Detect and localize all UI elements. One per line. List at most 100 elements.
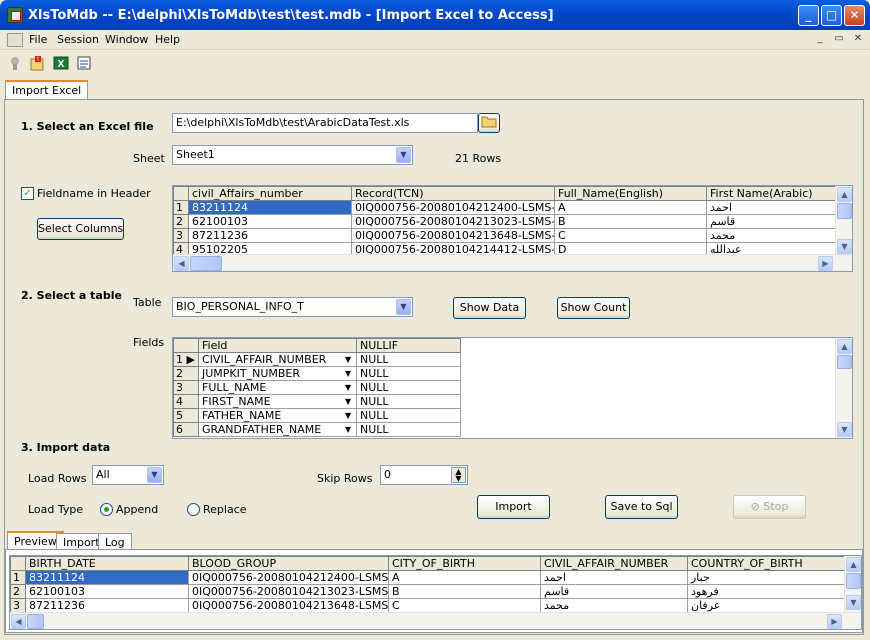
chevron-down-icon[interactable]: ▼ <box>345 381 351 394</box>
grid-cell[interactable]: A <box>554 200 707 215</box>
field-cell[interactable]: FIRST_NAME ▼ <box>198 394 357 409</box>
excel-icon[interactable]: X <box>53 55 69 71</box>
skip-rows-input[interactable]: 0 ▲ ▼ <box>380 465 468 485</box>
mdi-child-icon[interactable] <box>7 33 23 47</box>
preview-col-header[interactable]: CITY_OF_BIRTH <box>388 556 541 571</box>
grid-cell[interactable]: محمد <box>540 598 688 613</box>
table-row[interactable]: 5 FATHER_NAME ▼ NULL <box>173 408 461 423</box>
open-icon[interactable]: ! <box>29 55 45 71</box>
table-row[interactable]: 1 ▶ CIVIL_AFFAIR_NUMBER ▼ NULL <box>173 352 461 367</box>
mdi-minimize-button[interactable]: _ <box>813 33 827 46</box>
table-row[interactable]: 1 83211124 0IQ000756-20080104212400-LSMS… <box>10 570 845 585</box>
nullif-cell[interactable]: NULL <box>356 408 461 423</box>
fields-grid[interactable]: Field NULLIF 1 ▶ CIVIL_AFFAIR_NUMBER ▼ NU… <box>172 337 853 439</box>
excel-col-header[interactable]: civil_Affairs_number <box>188 186 352 201</box>
excel-col-header[interactable]: Full_Name(English) <box>554 186 707 201</box>
menu-file[interactable]: File <box>29 33 47 46</box>
scroll-down-icon[interactable]: ▼ <box>846 595 861 610</box>
grid-cell[interactable]: 0IQ000756-20080104213648-LSMS-2070 <box>351 228 555 243</box>
minimize-button[interactable]: _ <box>798 5 819 26</box>
grid-cell[interactable]: 83211124 <box>188 200 352 215</box>
scroll-down-icon[interactable]: ▼ <box>837 239 852 254</box>
chevron-down-icon[interactable]: ▼ <box>396 299 411 315</box>
grid-cell[interactable]: C <box>554 228 707 243</box>
chevron-down-icon[interactable]: ▼ <box>345 367 351 380</box>
scroll-right-icon[interactable]: ▶ <box>818 256 833 271</box>
table-row[interactable]: 6 GRANDFATHER_NAME ▼ NULL <box>173 422 461 437</box>
fields-grid-vscroll[interactable]: ▲ ▼ <box>835 338 852 438</box>
grid-cell[interactable]: B <box>388 584 541 599</box>
preview-grid-hscroll[interactable]: ◀ ▶ <box>10 612 861 629</box>
field-cell[interactable]: CIVIL_AFFAIR_NUMBER ▼ <box>198 352 357 367</box>
export-icon[interactable] <box>76 55 92 71</box>
mdi-restore-button[interactable]: ▭ <box>832 33 846 46</box>
preview-col-header[interactable]: BLOOD_GROUP <box>188 556 389 571</box>
field-cell[interactable]: FULL_NAME ▼ <box>198 380 357 395</box>
grid-cell[interactable]: A <box>388 570 541 585</box>
chevron-down-icon[interactable]: ▼ <box>345 395 351 408</box>
select-columns-button[interactable]: Select Columns <box>37 218 124 240</box>
preview-grid-vscroll[interactable]: ▲ ▼ <box>844 556 861 612</box>
grid-cell[interactable]: 0IQ000756-20080104213648-LSMS-2070 <box>188 598 389 613</box>
grid-cell[interactable]: 87211236 <box>188 228 352 243</box>
grid-cell[interactable]: جبار <box>687 570 845 585</box>
mdi-close-button[interactable]: ✕ <box>851 33 865 46</box>
grid-cell[interactable]: احمد <box>706 200 836 215</box>
table-row[interactable]: 2 JUMPKIT_NUMBER ▼ NULL <box>173 366 461 381</box>
fields-col-header[interactable]: Field <box>198 338 357 353</box>
field-cell[interactable]: GRANDFATHER_NAME ▼ <box>198 422 357 437</box>
run-icon[interactable] <box>7 55 23 71</box>
grid-cell[interactable]: 62100103 <box>25 584 189 599</box>
grid-cell[interactable]: فرهود <box>687 584 845 599</box>
show-count-button[interactable]: Show Count <box>557 297 630 319</box>
maximize-button[interactable]: □ <box>821 5 842 26</box>
grid-cell[interactable]: 62100103 <box>188 214 352 229</box>
load-rows-select[interactable]: All ▼ <box>92 465 164 485</box>
table-row[interactable]: 3 FULL_NAME ▼ NULL <box>173 380 461 395</box>
preview-grid[interactable]: BIRTH_DATE BLOOD_GROUP CITY_OF_BIRTH CIV… <box>9 555 862 630</box>
append-radio[interactable] <box>100 503 113 516</box>
show-data-button[interactable]: Show Data <box>453 297 526 319</box>
menu-help[interactable]: Help <box>155 33 180 46</box>
browse-file-button[interactable] <box>478 113 500 133</box>
scroll-thumb[interactable] <box>27 614 44 629</box>
grid-cell[interactable]: C <box>388 598 541 613</box>
grid-cell[interactable]: عرفان <box>687 598 845 613</box>
nullif-cell[interactable]: NULL <box>356 352 461 367</box>
scroll-thumb[interactable] <box>837 355 852 369</box>
title-bar[interactable]: XlsToMdb -- E:\delphi\XlsToMdb\test\test… <box>0 0 870 30</box>
excel-col-header[interactable]: Record(TCN) <box>351 186 555 201</box>
table-row[interactable]: 3 87211236 0IQ000756-20080104213648-LSMS… <box>10 598 845 613</box>
sheet-select[interactable]: Sheet1 ▼ <box>172 145 413 165</box>
stop-button[interactable]: ⊘ Stop <box>733 495 806 519</box>
tab-import-excel[interactable]: Import Excel <box>5 80 89 100</box>
nullif-cell[interactable]: NULL <box>356 366 461 381</box>
grid-cell[interactable]: B <box>554 214 707 229</box>
chevron-down-icon[interactable]: ▼ <box>345 353 351 366</box>
import-button[interactable]: Import <box>477 495 550 519</box>
grid-cell[interactable]: 83211124 <box>25 570 189 585</box>
grid-cell[interactable]: قاسم <box>540 584 688 599</box>
table-row[interactable]: 2 62100103 0IQ000756-20080104213023-LSMS… <box>173 214 836 229</box>
scroll-thumb[interactable] <box>846 573 861 589</box>
grid-cell[interactable]: احمد <box>540 570 688 585</box>
excel-grid-vscroll[interactable]: ▲ ▼ <box>835 186 852 256</box>
table-row[interactable]: 1 83211124 0IQ000756-20080104212400-LSMS… <box>173 200 836 215</box>
spin-stepper-icon[interactable]: ▲ ▼ <box>451 467 466 483</box>
table-row[interactable]: 4 FIRST_NAME ▼ NULL <box>173 394 461 409</box>
scroll-up-icon[interactable]: ▲ <box>837 339 852 354</box>
app-icon[interactable] <box>7 7 23 23</box>
menu-window[interactable]: Window <box>105 33 148 46</box>
chevron-down-icon[interactable]: ▼ <box>396 147 411 163</box>
tab-log[interactable]: Log <box>98 533 132 550</box>
table-row[interactable]: 2 62100103 0IQ000756-20080104213023-LSMS… <box>10 584 845 599</box>
nullif-cell[interactable]: NULL <box>356 394 461 409</box>
scroll-thumb[interactable] <box>837 203 852 219</box>
preview-col-header[interactable]: COUNTRY_OF_BIRTH <box>687 556 845 571</box>
scroll-down-icon[interactable]: ▼ <box>837 422 852 437</box>
preview-col-header[interactable]: BIRTH_DATE <box>25 556 189 571</box>
replace-radio[interactable] <box>187 503 200 516</box>
save-to-sql-button[interactable]: Save to Sql <box>605 495 678 519</box>
chevron-down-icon[interactable]: ▼ <box>345 409 351 422</box>
grid-cell[interactable]: قاسم <box>706 214 836 229</box>
